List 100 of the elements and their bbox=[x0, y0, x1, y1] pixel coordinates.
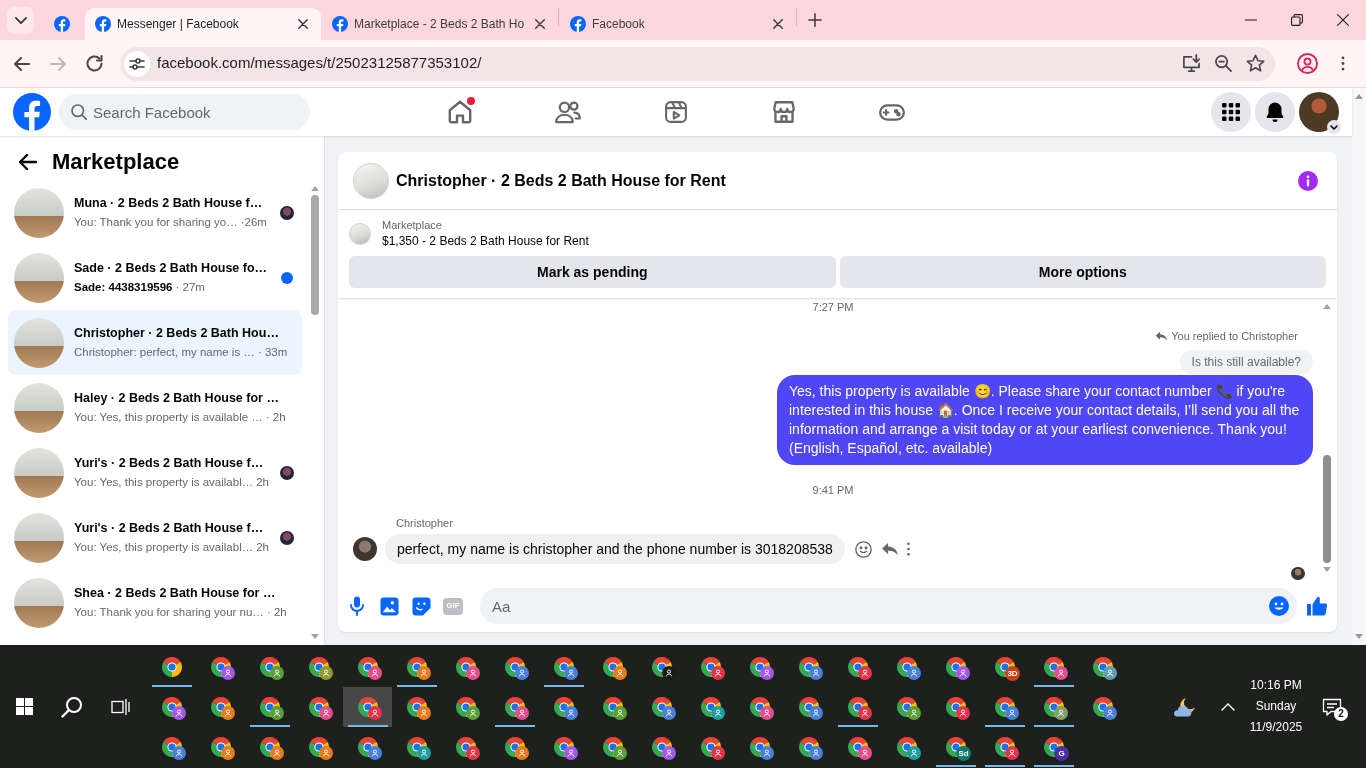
react-button[interactable] bbox=[854, 540, 872, 558]
room-photo bbox=[14, 512, 64, 563]
listing-title: $1,350 - 2 Beds 2 Bath House for Rent bbox=[382, 233, 589, 250]
message-timestamp: 9:41 PM bbox=[812, 483, 854, 497]
room-photo bbox=[14, 317, 64, 368]
browser-tab[interactable]: Messenger | Facebook bbox=[85, 8, 321, 40]
notification-center-button[interactable]: 2 bbox=[1312, 686, 1352, 727]
conversation-item[interactable]: Shea · 2 Beds 2 Bath House for … You: Thank you for sharing your nu… · 2h bbox=[8, 570, 302, 635]
site-info-button[interactable] bbox=[124, 50, 150, 77]
conversation-name: Yuri's · 2 Beds 2 Bath House f… bbox=[74, 519, 265, 537]
scrollbar-thumb[interactable] bbox=[311, 195, 319, 315]
sidebar-title: Marketplace bbox=[52, 148, 180, 176]
reply-button[interactable] bbox=[880, 542, 898, 556]
restore-icon bbox=[1291, 14, 1303, 26]
star-icon bbox=[1245, 54, 1265, 73]
seen-avatar-icon bbox=[1291, 567, 1305, 580]
emoji-button[interactable] bbox=[1269, 596, 1289, 616]
message-time: · 33m bbox=[257, 344, 288, 360]
message-time: 2h bbox=[256, 474, 269, 490]
browser-tab[interactable]: Marketplace - 2 Beds 2 Bath Ho bbox=[322, 8, 558, 40]
more-button[interactable] bbox=[906, 542, 910, 556]
conversation-item[interactable]: Yuri's · 2 Beds 2 Bath House f… You: Yes, this property is availabl… 2h bbox=[8, 505, 302, 570]
bell-icon bbox=[1266, 102, 1284, 122]
more-options-button[interactable]: More options bbox=[839, 256, 1326, 288]
close-tab-button[interactable] bbox=[532, 16, 548, 32]
profile-icon bbox=[1296, 53, 1318, 74]
close-tab-button[interactable] bbox=[770, 16, 786, 32]
emoji-icon bbox=[1269, 596, 1289, 616]
conversation-item[interactable]: Sade · 2 Beds 2 Bath House fo… Sade: 4438319596 · 27m bbox=[8, 245, 302, 310]
notification-count: 2 bbox=[1334, 706, 1348, 721]
sender-avatar bbox=[353, 537, 377, 561]
profile-badge: Sd bbox=[956, 746, 971, 761]
conversation-name: Muna · 2 Beds 2 Bath House f… bbox=[74, 194, 264, 212]
menu-button[interactable] bbox=[1211, 92, 1251, 132]
message-preview: Sade: 4438319596 bbox=[74, 279, 173, 295]
conversation-title: Christopher · 2 Beds 2 Bath House for Rent bbox=[396, 170, 726, 191]
plus-icon bbox=[808, 13, 822, 27]
close-tab-button[interactable] bbox=[295, 16, 311, 32]
listing-source: Marketplace bbox=[382, 218, 443, 233]
conversation-item[interactable]: Haley · 2 Beds 2 Bath House for … You: Yes, this property is available … · 2h bbox=[8, 375, 302, 440]
zoom-out-icon bbox=[1214, 55, 1232, 72]
reply-icon bbox=[1155, 331, 1168, 341]
windows-logo-icon bbox=[15, 698, 33, 715]
site-favicon-icon bbox=[570, 16, 586, 32]
conversation-item[interactable]: Muna · 2 Beds 2 Bath House f… You: Thank you for sharing yo… ·26m bbox=[8, 180, 302, 245]
mark-pending-button[interactable]: Mark as pending bbox=[349, 256, 836, 288]
info-button[interactable] bbox=[1298, 170, 1318, 191]
weather-icon bbox=[1172, 696, 1198, 717]
game-controller-icon bbox=[879, 103, 905, 121]
clock-time: 10:16 PM bbox=[1250, 677, 1302, 694]
scroll-down-arrow-icon bbox=[1323, 567, 1331, 572]
account-button[interactable] bbox=[1299, 92, 1339, 132]
logo-icon bbox=[13, 93, 51, 131]
quoted-message: Is this still available? bbox=[1179, 350, 1313, 374]
scroll-down-arrow-icon bbox=[311, 634, 319, 639]
message-input[interactable]: Aa bbox=[480, 588, 1297, 624]
browser-icon bbox=[161, 657, 182, 677]
search-icon bbox=[71, 104, 87, 120]
message-icon bbox=[1322, 697, 1342, 716]
conversation-name: Shea · 2 Beds 2 Bath House for … bbox=[74, 584, 277, 602]
site-favicon-icon bbox=[54, 16, 70, 32]
message-preview: You: Yes, this property is available … bbox=[74, 409, 263, 425]
close-icon bbox=[535, 19, 545, 29]
message-preview: You: Yes, this property is availabl… bbox=[74, 539, 254, 555]
smiley-icon bbox=[854, 540, 872, 558]
room-photo bbox=[14, 252, 64, 303]
sender-name: Christopher bbox=[396, 516, 453, 530]
message-time: · 2h bbox=[266, 604, 287, 620]
browser-tab[interactable]: Facebook bbox=[560, 8, 796, 40]
room-photo bbox=[14, 187, 64, 238]
clock-date: 11/9/2025 bbox=[1249, 719, 1303, 736]
clock-day: Sunday bbox=[1255, 696, 1297, 717]
info-icon bbox=[1298, 170, 1318, 191]
tab-search-button[interactable] bbox=[7, 6, 34, 34]
more-icon bbox=[1341, 56, 1345, 71]
reload-icon bbox=[85, 55, 103, 72]
sent-message: Yes, this property is available 😊. Please share your contact number 📞 if you're interested in this house 🏠. Once I receive your contact details, I’ll send you all the information and arrange a visit today or at your earliest convenience. Thank you! (English, Español, etc. available) bbox=[777, 375, 1313, 465]
message-preview: You: Yes, this property is availabl… bbox=[74, 474, 254, 490]
listing-photo bbox=[353, 162, 389, 199]
back-button[interactable] bbox=[18, 152, 38, 172]
address-bar[interactable]: facebook.com/messages/t/25023125877353102/ bbox=[120, 46, 1275, 81]
taskbar-app-button[interactable] bbox=[343, 687, 392, 727]
notifications-button[interactable] bbox=[1255, 92, 1295, 132]
profile-badge: 3D bbox=[1005, 666, 1020, 681]
image-icon bbox=[379, 596, 399, 616]
room-photo bbox=[14, 447, 64, 498]
conversation-item[interactable]: Christopher · 2 Beds 2 Bath Hou… Christopher: perfect, my name is … · 33m bbox=[8, 310, 302, 375]
search-field[interactable]: Search Facebook bbox=[59, 94, 310, 130]
scroll-up-arrow-icon bbox=[1355, 94, 1363, 99]
chevron-down-icon bbox=[14, 16, 27, 24]
people-icon bbox=[555, 100, 581, 124]
thumbs-up-icon bbox=[1306, 596, 1328, 616]
scroll-up-arrow-icon bbox=[1323, 304, 1331, 309]
scrollbar-thumb[interactable] bbox=[1323, 455, 1331, 563]
listing-photo bbox=[349, 223, 371, 245]
conversation-name: Haley · 2 Beds 2 Bath House for … bbox=[74, 389, 280, 407]
scroll-down-arrow-icon bbox=[1355, 634, 1363, 639]
message-time: · 2h bbox=[265, 409, 286, 425]
conversation-item[interactable]: Yuri's · 2 Beds 2 Bath House f… You: Yes, this property is availabl… 2h bbox=[8, 440, 302, 505]
taskbar-app-button[interactable]: 3D bbox=[980, 647, 1029, 687]
